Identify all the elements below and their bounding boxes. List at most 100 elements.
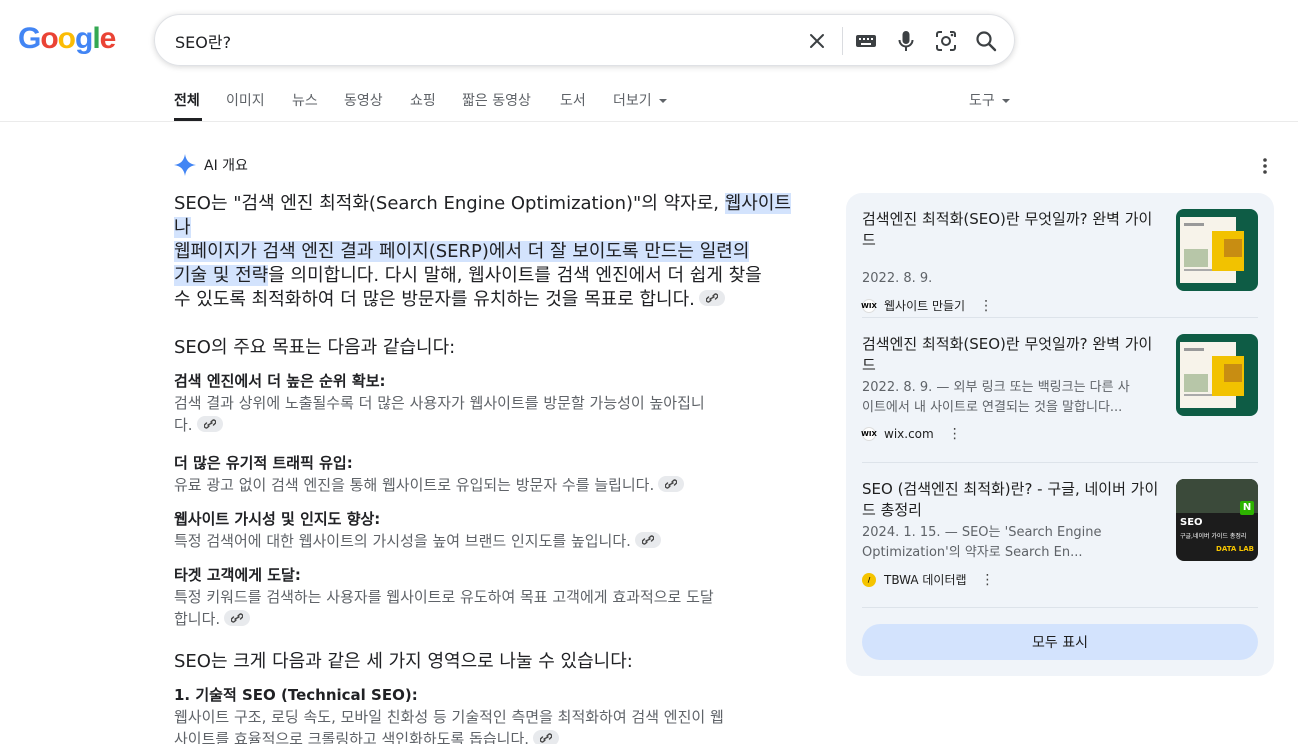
- tab-books[interactable]: 도서: [560, 90, 586, 110]
- source-title[interactable]: 검색엔진 최적화(SEO)란 무엇일까? 완벽 가이드: [862, 209, 1162, 251]
- source-thumbnail[interactable]: [1176, 334, 1258, 416]
- source-divider: [862, 462, 1258, 463]
- source-snippet: 2022. 8. 9. — 외부 링크 또는 백링크는 다른 사 이트에서 내 …: [862, 378, 1162, 418]
- tab-videos[interactable]: 동영상: [344, 90, 383, 110]
- goal-body-text: 특정 키워드를 검색하는 사용자를 웹사이트로 유도하여 목표 고객에게 효과적…: [174, 588, 714, 606]
- header-divider: [0, 121, 1298, 122]
- source-thumbnail[interactable]: N SEO 구글,네이버 가이드 총정리 DATA LAB: [1176, 479, 1258, 561]
- logo-letter: g: [75, 22, 93, 55]
- search-icon[interactable]: [972, 27, 1000, 55]
- gemini-sparkle-icon: [174, 154, 196, 176]
- source-more-icon[interactable]: ⋮: [979, 298, 993, 314]
- tbwa-favicon: /: [862, 572, 876, 587]
- caret-down-icon: [659, 99, 668, 103]
- intro-highlight: 기술 및 전략: [174, 265, 269, 286]
- source-snippet-text: 2022. 8. 9. — 외부 링크 또는 백링크는 다른 사: [862, 380, 1130, 395]
- source-title[interactable]: 검색엔진 최적화(SEO)란 무엇일까? 완벽 가이드: [862, 334, 1162, 376]
- source-card[interactable]: 검색엔진 최적화(SEO)란 무엇일까? 완벽 가이드 2022. 8. 9. …: [861, 334, 1258, 444]
- goal-body: 특정 검색어에 대한 웹사이트의 가시성을 높여 브랜드 인지도를 높입니다.: [174, 530, 802, 552]
- tab-images[interactable]: 이미지: [226, 90, 265, 110]
- source-site: / TBWA 데이터랩 ⋮: [862, 571, 995, 588]
- logo-letter: l: [92, 22, 100, 55]
- source-more-icon[interactable]: ⋮: [981, 572, 995, 588]
- tools-button[interactable]: 도구: [969, 90, 1011, 110]
- logo-letter: o: [57, 22, 76, 55]
- intro-highlight: 웹페이지가 검색 엔진 결과 페이지(SERP)에서 더 잘 보이도록 만드는 …: [174, 241, 750, 262]
- goal-body-text: 다.: [174, 416, 193, 434]
- show-all-button[interactable]: 모두 표시: [862, 624, 1258, 660]
- caret-down-icon: [1002, 99, 1011, 103]
- source-site: WIX wix.com ⋮: [861, 426, 962, 442]
- thumb-caption: 구글,네이버 가이드 총정리: [1180, 533, 1247, 540]
- citation-link-icon[interactable]: [658, 475, 685, 492]
- wix-favicon: WIX: [861, 298, 877, 313]
- search-divider: [842, 27, 843, 55]
- thumb-caption: DATA LAB: [1216, 545, 1254, 553]
- source-card[interactable]: 검색엔진 최적화(SEO)란 무엇일까? 완벽 가이드 2022. 8. 9. …: [861, 209, 1258, 314]
- ai-overview-body: SEO는 "검색 엔진 최적화(Search Engine Optimizati…: [174, 192, 802, 744]
- wix-favicon: WIX: [861, 427, 877, 441]
- citation-link-icon[interactable]: [196, 415, 223, 432]
- tab-short-videos[interactable]: 짧은 동영상: [462, 90, 531, 110]
- source-thumbnail[interactable]: [1176, 209, 1258, 291]
- search-box[interactable]: SEO란?: [154, 14, 1015, 66]
- ai-overview-header: AI 개요: [174, 154, 248, 176]
- tools-label: 도구: [969, 93, 995, 109]
- microphone-icon[interactable]: [892, 27, 920, 55]
- area-body: 웹사이트 구조, 로딩 속도, 모바일 친화성 등 기술적인 측면을 최적화하여…: [174, 706, 802, 744]
- intro-text: SEO는 "검색 엔진 최적화(Search Engine Optimizati…: [174, 193, 725, 214]
- goal-body-text: 검색 결과 상위에 노출될수록 더 많은 사용자가 웹사이트를 방문할 가능성이…: [174, 394, 705, 412]
- list-item: 1. 기술적 SEO (Technical SEO): 웹사이트 구조, 로딩 …: [174, 684, 802, 744]
- source-card[interactable]: SEO (검색엔진 최적화)란? - 구글, 네이버 가이드 총정리 2024.…: [862, 479, 1258, 589]
- goal-body: 특정 키워드를 검색하는 사용자를 웹사이트로 유도하여 목표 고객에게 효과적…: [174, 586, 802, 630]
- area-body-text: 웹사이트 구조, 로딩 속도, 모바일 친화성 등 기술적인 측면을 최적화하여…: [174, 708, 724, 726]
- area-body-text: 사이트를 효율적으로 크롤링하고 색인화하도록 돕습니다.: [174, 730, 530, 744]
- source-title[interactable]: SEO (검색엔진 최적화)란? - 구글, 네이버 가이드 총정리: [862, 479, 1162, 521]
- clear-icon[interactable]: [803, 27, 831, 55]
- source-site-name: TBWA 데이터랩: [884, 573, 967, 587]
- source-site-name: wix.com: [884, 427, 934, 441]
- goals-heading: SEO의 주요 목표는 다음과 같습니다:: [174, 337, 456, 358]
- sources-panel: 검색엔진 최적화(SEO)란 무엇일까? 완벽 가이드 2022. 8. 9. …: [846, 193, 1274, 676]
- goal-body-text: 유료 광고 없이 검색 엔진을 통해 웹사이트로 유입되는 방문자 수를 늘립니…: [174, 476, 655, 494]
- citation-link-icon[interactable]: [224, 609, 251, 626]
- source-snippet-text: 2024. 1. 15. — SEO는 'Search Engine: [862, 525, 1102, 540]
- goal-body: 유료 광고 없이 검색 엔진을 통해 웹사이트로 유입되는 방문자 수를 늘립니…: [174, 474, 802, 496]
- tab-shopping[interactable]: 쇼핑: [410, 90, 436, 110]
- google-logo[interactable]: Google: [18, 22, 116, 56]
- goal-body-text: 특정 검색어에 대한 웹사이트의 가시성을 높여 브랜드 인지도를 높입니다.: [174, 532, 631, 550]
- lens-icon[interactable]: [932, 27, 960, 55]
- thumb-caption: SEO: [1180, 517, 1203, 528]
- source-site-name: 웹사이트 만들기: [884, 299, 966, 313]
- source-snippet-text: 이트에서 내 사이트로 연결되는 것을 말합니다...: [862, 400, 1123, 415]
- citation-link-icon[interactable]: [698, 290, 725, 306]
- list-item: 더 많은 유기적 트래픽 유입: 유료 광고 없이 검색 엔진을 통해 웹사이트…: [174, 452, 802, 496]
- goal-body: 검색 결과 상위에 노출될수록 더 많은 사용자가 웹사이트를 방문할 가능성이…: [174, 392, 802, 436]
- intro-text: 수 있도록 최적화하여 더 많은 방문자를 유치하는 것을 목표로 합니다.: [174, 289, 695, 310]
- source-divider: [862, 317, 1258, 318]
- intro-text: 을 의미합니다. 다시 말해, 웹사이트를 검색 엔진에서 더 쉽게 찾을: [268, 265, 762, 286]
- tab-all[interactable]: 전체: [174, 90, 200, 110]
- logo-letter: G: [18, 22, 41, 55]
- more-options-icon[interactable]: [1258, 156, 1272, 176]
- source-snippet-text: Optimization'의 약자로 Search En...: [862, 545, 1083, 560]
- source-more-icon[interactable]: ⋮: [948, 426, 962, 442]
- tab-news[interactable]: 뉴스: [292, 90, 318, 110]
- search-input[interactable]: SEO란?: [175, 29, 231, 53]
- goal-title: 검색 엔진에서 더 높은 순위 확보:: [174, 372, 386, 390]
- goal-title: 타겟 고객에게 도달:: [174, 566, 301, 584]
- list-item: 타겟 고객에게 도달: 특정 키워드를 검색하는 사용자를 웹사이트로 유도하여…: [174, 564, 802, 630]
- tab-more-label: 더보기: [613, 93, 652, 109]
- naver-n-icon: N: [1240, 501, 1254, 515]
- citation-link-icon[interactable]: [634, 531, 661, 548]
- list-item: 검색 엔진에서 더 높은 순위 확보: 검색 결과 상위에 노출될수록 더 많은…: [174, 370, 802, 436]
- citation-link-icon[interactable]: [533, 729, 560, 744]
- source-divider: [862, 607, 1258, 608]
- logo-letter: o: [40, 22, 58, 55]
- goal-title: 웹사이트 가시성 및 인지도 향상:: [174, 510, 381, 528]
- tab-more[interactable]: 더보기: [613, 90, 668, 110]
- ai-intro-paragraph: SEO는 "검색 엔진 최적화(Search Engine Optimizati…: [174, 192, 802, 312]
- goal-body-text: 합니다.: [174, 610, 221, 628]
- area-title: 1. 기술적 SEO (Technical SEO):: [174, 686, 418, 704]
- keyboard-icon[interactable]: [852, 27, 880, 55]
